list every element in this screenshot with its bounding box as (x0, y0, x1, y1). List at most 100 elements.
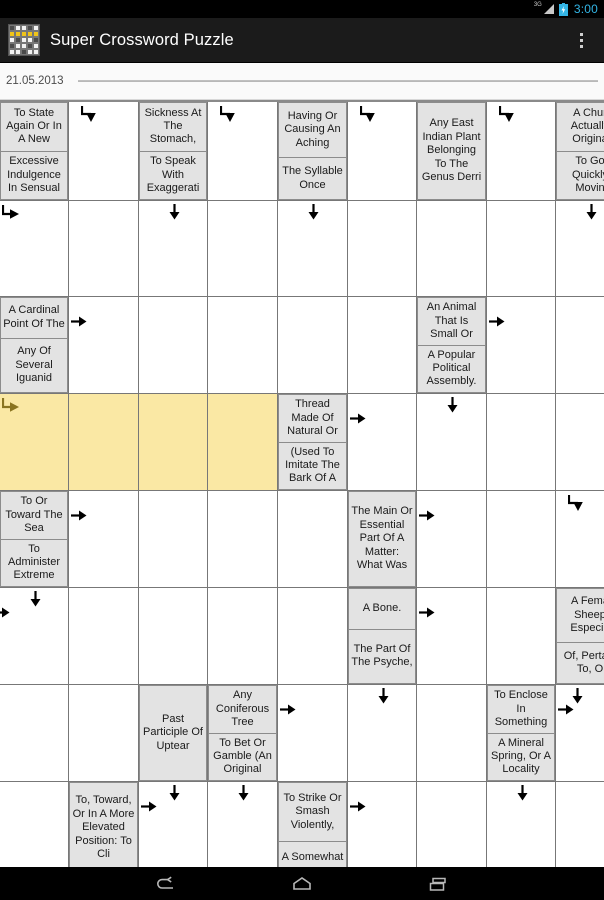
grid-cell-r1-c5[interactable] (348, 201, 417, 297)
grid-cell-r5-c0[interactable] (0, 588, 69, 685)
clue-text: A Somewhat (279, 840, 346, 867)
home-icon[interactable] (289, 874, 315, 894)
clue-cell[interactable]: The Main Or Essential Part Of A Matter: … (348, 491, 416, 587)
grid-cell-r3-c1[interactable] (69, 394, 139, 491)
grid-cell-r6-c0[interactable] (0, 685, 69, 782)
grid-cell-r2-c3[interactable] (208, 297, 278, 394)
grid-cell-r5-c6[interactable] (417, 588, 487, 685)
grid-cell-r5-c5[interactable]: A Bone. The Part Of The Psyche, (348, 588, 417, 685)
recent-apps-icon[interactable] (425, 874, 451, 894)
grid-cell-r1-c2[interactable] (139, 201, 208, 297)
grid-cell-r0-c5[interactable] (348, 102, 417, 201)
grid-cell-r2-c5[interactable] (348, 297, 417, 394)
grid-cell-r2-c4[interactable] (278, 297, 348, 394)
grid-cell-r1-c6[interactable] (417, 201, 487, 297)
grid-cell-r0-c2[interactable]: Sickness At The Stomach, To Speak With Ex… (139, 102, 208, 201)
grid-cell-r5-c1[interactable] (69, 588, 139, 685)
grid-cell-r3-c6[interactable] (417, 394, 487, 491)
grid-cell-r2-c0[interactable]: A Cardinal Point Of The Any Of Several Ig… (0, 297, 69, 394)
grid-cell-r5-c2[interactable] (139, 588, 208, 685)
clue-text: To Or Toward The Sea (5, 495, 63, 534)
grid-cell-r4-c3[interactable] (208, 491, 278, 588)
clue-cell[interactable]: A Fema Sheep Especia Of, Pertain To, O (556, 588, 604, 684)
grid-cell-r5-c4[interactable] (278, 588, 348, 685)
grid-cell-r7-c2[interactable] (139, 782, 208, 867)
grid-cell-r1-c1[interactable] (69, 201, 139, 297)
clue-text: A Cardinal Point Of The (3, 304, 65, 330)
clue-cell[interactable]: A Bone. The Part Of The Psyche, (348, 588, 416, 684)
grid-cell-r3-c0[interactable] (0, 394, 69, 491)
clue-cell[interactable]: An Animal That Is Small Or A Popular Poli… (417, 297, 486, 393)
clue-cell[interactable]: A Cardinal Point Of The Any Of Several Ig… (0, 297, 68, 393)
clue-text: Thread Made Of Natural Or (287, 398, 338, 437)
grid-cell-r1-c4[interactable] (278, 201, 348, 297)
grid-cell-r4-c0[interactable]: To Or Toward The Sea To Administer Extrem… (0, 491, 69, 588)
crossword-grid[interactable]: To State Again Or In A New Excessive Indu… (0, 102, 604, 867)
grid-cell-r2-c8[interactable] (556, 297, 604, 394)
overflow-menu-icon[interactable] (566, 20, 596, 60)
grid-cell-r0-c3[interactable] (208, 102, 278, 201)
grid-cell-r4-c8[interactable] (556, 491, 604, 588)
grid-cell-r7-c0[interactable] (0, 782, 69, 867)
grid-cell-r4-c1[interactable] (69, 491, 139, 588)
clue-cell[interactable]: Sickness At The Stomach, To Speak With Ex… (139, 102, 207, 200)
grid-cell-r6-c4[interactable] (278, 685, 348, 782)
grid-cell-r4-c2[interactable] (139, 491, 208, 588)
grid-cell-r6-c6[interactable] (417, 685, 487, 782)
grid-cell-r7-c7[interactable] (487, 782, 556, 867)
clue-cell[interactable]: Any Coniferous Tree To Bet Or Gamble (An … (208, 685, 277, 781)
grid-cell-r1-c0[interactable] (0, 201, 69, 297)
grid-cell-r3-c4[interactable]: Thread Made Of Natural Or (Used To Imitat… (278, 394, 348, 491)
grid-cell-r3-c3[interactable] (208, 394, 278, 491)
clue-cell[interactable]: Having Or Causing An Aching The Syllable … (278, 102, 347, 200)
grid-cell-r6-c2[interactable]: Past Participle Of Uptear (139, 685, 208, 782)
clue-cell[interactable]: To, Toward, Or In A More Elevated Positi… (69, 782, 138, 867)
clue-cell[interactable]: A Chur Actually Origina To Go Quickly Mov… (556, 102, 604, 200)
grid-cell-r3-c5[interactable] (348, 394, 417, 491)
grid-cell-r7-c8[interactable] (556, 782, 604, 867)
back-arrow-icon[interactable] (153, 874, 179, 894)
grid-cell-r6-c1[interactable] (69, 685, 139, 782)
grid-cell-r0-c0[interactable]: To State Again Or In A New Excessive Indu… (0, 102, 69, 201)
crossword-grid-viewport[interactable]: To State Again Or In A New Excessive Indu… (0, 100, 604, 867)
grid-cell-r7-c6[interactable] (417, 782, 487, 867)
grid-cell-r1-c7[interactable] (487, 201, 556, 297)
grid-cell-r4-c5[interactable]: The Main Or Essential Part Of A Matter: … (348, 491, 417, 588)
clue-cell[interactable]: To State Again Or In A New Excessive Indu… (0, 102, 68, 200)
grid-cell-r7-c5[interactable] (348, 782, 417, 867)
grid-cell-r1-c8[interactable] (556, 201, 604, 297)
grid-cell-r4-c4[interactable] (278, 491, 348, 588)
grid-cell-r6-c8[interactable] (556, 685, 604, 782)
grid-cell-r4-c6[interactable] (417, 491, 487, 588)
grid-cell-r2-c1[interactable] (69, 297, 139, 394)
grid-cell-r0-c6[interactable]: Any East Indian Plant Belonging To The G… (417, 102, 487, 201)
grid-cell-r5-c8[interactable]: A Fema Sheep Especia Of, Pertain To, O (556, 588, 604, 685)
grid-cell-r6-c7[interactable]: To Enclose In Something A Mineral Spring,… (487, 685, 556, 782)
grid-cell-r6-c3[interactable]: Any Coniferous Tree To Bet Or Gamble (An … (208, 685, 278, 782)
clue-cell[interactable]: Past Participle Of Uptear (139, 685, 207, 781)
grid-cell-r5-c7[interactable] (487, 588, 556, 685)
grid-cell-r0-c4[interactable]: Having Or Causing An Aching The Syllable … (278, 102, 348, 201)
grid-cell-r3-c2[interactable] (139, 394, 208, 491)
grid-cell-r7-c3[interactable] (208, 782, 278, 867)
clue-cell[interactable]: To Strike Or Smash Violently, A Somewhat (278, 782, 347, 867)
grid-cell-r7-c1[interactable]: To, Toward, Or In A More Elevated Positi… (69, 782, 139, 867)
grid-cell-r2-c6[interactable]: An Animal That Is Small Or A Popular Poli… (417, 297, 487, 394)
grid-cell-r7-c4[interactable]: To Strike Or Smash Violently, A Somewhat (278, 782, 348, 867)
grid-cell-r3-c7[interactable] (487, 394, 556, 491)
clue-text: Any Of Several Iguanid (1, 337, 67, 392)
clue-cell[interactable]: Any East Indian Plant Belonging To The G… (417, 102, 486, 200)
grid-cell-r5-c3[interactable] (208, 588, 278, 685)
grid-cell-r0-c7[interactable] (487, 102, 556, 201)
grid-cell-r4-c7[interactable] (487, 491, 556, 588)
grid-cell-r0-c1[interactable] (69, 102, 139, 201)
clue-cell[interactable]: To Or Toward The Sea To Administer Extrem… (0, 491, 68, 587)
grid-cell-r2-c2[interactable] (139, 297, 208, 394)
clue-cell[interactable]: Thread Made Of Natural Or (Used To Imitat… (278, 394, 347, 490)
grid-cell-r0-c8[interactable]: A Chur Actually Origina To Go Quickly Mov… (556, 102, 604, 201)
grid-cell-r2-c7[interactable] (487, 297, 556, 394)
clue-cell[interactable]: To Enclose In Something A Mineral Spring,… (487, 685, 555, 781)
grid-cell-r6-c5[interactable] (348, 685, 417, 782)
grid-cell-r1-c3[interactable] (208, 201, 278, 297)
grid-cell-r3-c8[interactable] (556, 394, 604, 491)
